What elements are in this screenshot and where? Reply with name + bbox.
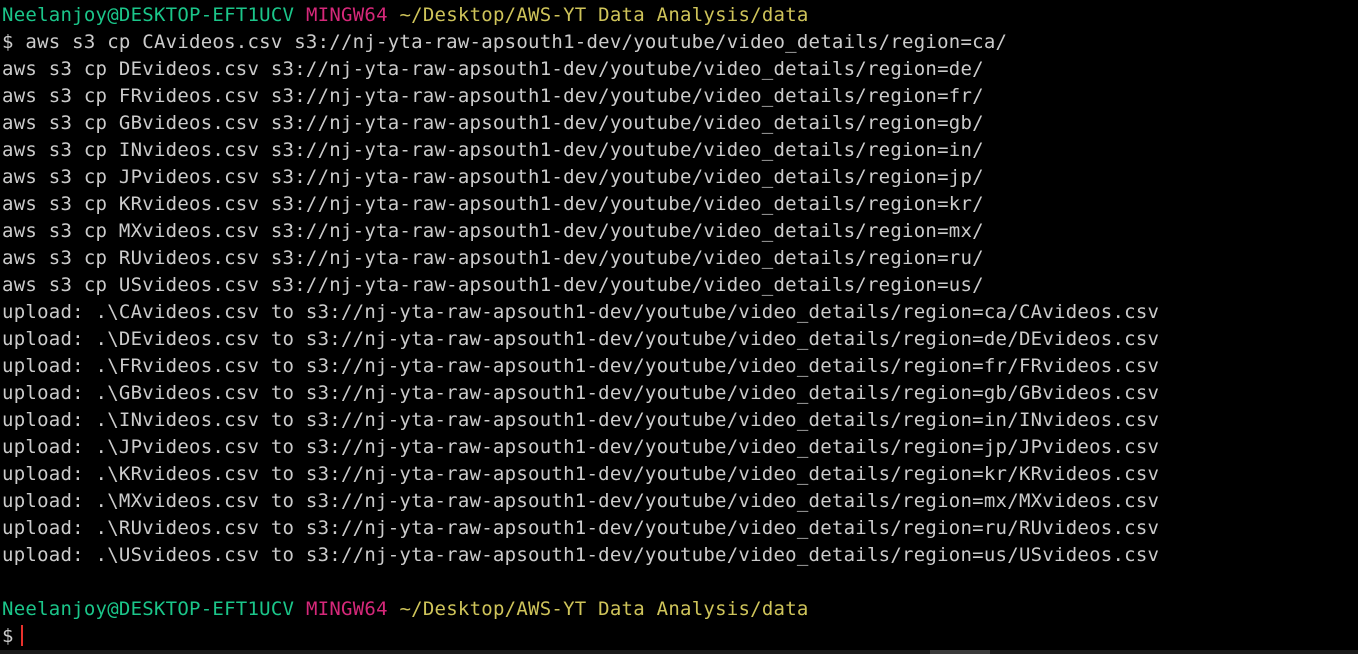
prompt-line-top: Neelanjoy@DESKTOP-EFT1UCV MINGW64 ~/Desk…	[2, 2, 1356, 29]
output-line: aws s3 cp JPvideos.csv s3://nj-yta-raw-a…	[2, 166, 984, 188]
output-line: aws s3 cp USvideos.csv s3://nj-yta-raw-a…	[2, 274, 984, 296]
horizontal-scrollbar[interactable]	[0, 650, 1358, 654]
output-line: upload: .\CAvideos.csv to s3://nj-yta-ra…	[2, 301, 1160, 323]
prompt-cwd: ~/Desktop/AWS-YT Data Analysis/data	[399, 4, 809, 26]
prompt-user-host: Neelanjoy@DESKTOP-EFT1UCV	[2, 4, 295, 26]
prompt-line-bottom: Neelanjoy@DESKTOP-EFT1UCV MINGW64 ~/Desk…	[2, 596, 1356, 623]
text-cursor	[20, 625, 23, 646]
output-line: upload: .\RUvideos.csv to s3://nj-yta-ra…	[2, 517, 1160, 539]
output-line: aws s3 cp MXvideos.csv s3://nj-yta-raw-a…	[2, 220, 984, 242]
output-line: upload: .\JPvideos.csv to s3://nj-yta-ra…	[2, 436, 1160, 458]
output-line: upload: .\GBvideos.csv to s3://nj-yta-ra…	[2, 382, 1160, 404]
output-line: aws s3 cp GBvideos.csv s3://nj-yta-raw-a…	[2, 112, 984, 134]
prompt-user-host: Neelanjoy@DESKTOP-EFT1UCV	[2, 598, 295, 620]
output-line: upload: .\FRvideos.csv to s3://nj-yta-ra…	[2, 355, 1160, 377]
output-line: upload: .\USvideos.csv to s3://nj-yta-ra…	[2, 544, 1160, 566]
output-line: upload: .\INvideos.csv to s3://nj-yta-ra…	[2, 409, 1160, 431]
input-line[interactable]: $	[2, 623, 1356, 650]
output-line: aws s3 cp DEvideos.csv s3://nj-yta-raw-a…	[2, 58, 984, 80]
output-line: aws s3 cp FRvideos.csv s3://nj-yta-raw-a…	[2, 85, 984, 107]
output-line: upload: .\KRvideos.csv to s3://nj-yta-ra…	[2, 463, 1160, 485]
output-line: aws s3 cp RUvideos.csv s3://nj-yta-raw-a…	[2, 247, 984, 269]
prompt-cwd: ~/Desktop/AWS-YT Data Analysis/data	[399, 598, 809, 620]
output-line: upload: .\DEvideos.csv to s3://nj-yta-ra…	[2, 328, 1160, 350]
output-line: aws s3 cp KRvideos.csv s3://nj-yta-raw-a…	[2, 193, 984, 215]
prompt-env: MINGW64	[305, 598, 388, 620]
terminal-window[interactable]: Neelanjoy@DESKTOP-EFT1UCV MINGW64 ~/Desk…	[2, 2, 1356, 650]
scrollbar-thumb[interactable]	[930, 650, 990, 654]
output-line: aws s3 cp INvideos.csv s3://nj-yta-raw-a…	[2, 139, 984, 161]
prompt-symbol: $	[2, 625, 14, 647]
prompt-env: MINGW64	[305, 4, 388, 26]
output-line: $ aws s3 cp CAvideos.csv s3://nj-yta-raw…	[2, 31, 1008, 53]
output-line: upload: .\MXvideos.csv to s3://nj-yta-ra…	[2, 490, 1160, 512]
